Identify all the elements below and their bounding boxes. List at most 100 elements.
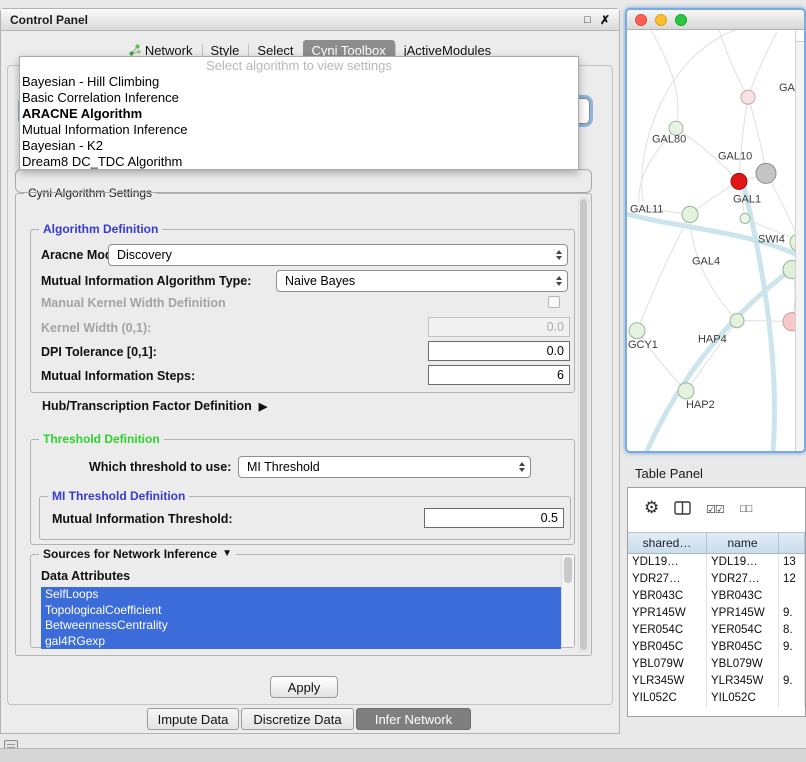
mi-steps-field[interactable]: 6	[428, 365, 570, 385]
dpi-tolerance-value: 0.0	[547, 344, 564, 358]
network-edge[interactable]	[766, 173, 795, 240]
desktop: Control Panel □ ✗ NetworkStyleSelectCyni…	[0, 0, 806, 762]
apply-button[interactable]: Apply	[270, 676, 338, 698]
network-node[interactable]	[629, 323, 645, 339]
table-cell: YLR345W	[707, 673, 779, 690]
network-node[interactable]	[682, 206, 698, 222]
table-row[interactable]: YBR045CYBR045C9.	[628, 639, 805, 656]
which-threshold-select[interactable]: MI Threshold	[238, 456, 531, 478]
network-canvas[interactable]: GALGAL80GAL10GAL11GAL1SWI4GAL4GCY1HAP4YH…	[627, 30, 795, 451]
network-edge[interactable]	[748, 32, 777, 97]
algorithm-popup-list: Bayesian - Hill ClimbingBasic Correlatio…	[20, 74, 578, 170]
select-all-icon[interactable]: ☑☑	[706, 503, 724, 516]
algorithm-option-bayesian-hill-climbing[interactable]: Bayesian - Hill Climbing	[20, 74, 578, 90]
network-node[interactable]	[678, 383, 694, 399]
dpi-tolerance-label: DPI Tolerance [0,1]:	[41, 341, 157, 363]
table-cell: YDR27…	[707, 571, 779, 588]
algorithm-option-bayesian-k2[interactable]: Bayesian - K2	[20, 138, 578, 154]
table-cell: 13	[779, 554, 805, 571]
network-edge[interactable]	[642, 30, 735, 202]
float-window-icon[interactable]: □	[584, 14, 591, 26]
table-cell: YER054C	[707, 622, 779, 639]
node-label: SWI4	[758, 233, 785, 245]
network-node[interactable]	[783, 313, 795, 331]
data-attributes-list: SelfLoopsTopologicalCoefficientBetweenne…	[41, 587, 561, 649]
sources-expander[interactable]: Sources for Network Inference ▼	[39, 547, 236, 561]
network-window-titlebar	[627, 10, 804, 30]
network-edge[interactable]	[719, 30, 748, 97]
column-header-2[interactable]	[779, 533, 805, 553]
table-row[interactable]: YPR145WYPR145W9.	[628, 605, 805, 622]
table-cell	[779, 588, 805, 605]
sources-legend: Sources for Network Inference	[43, 547, 217, 561]
table-panel-toolbar: ⚙ ☑☑ □□	[628, 488, 805, 532]
bottom-tab-infer-network[interactable]: Infer Network	[356, 708, 471, 730]
algorithm-definition-group: Algorithm Definition Aracne Mode: Discov…	[30, 229, 575, 393]
threshold-definition-legend: Threshold Definition	[39, 432, 164, 446]
table-cell: YPR145W	[707, 605, 779, 622]
network-node[interactable]	[756, 163, 776, 183]
hub-definition-label: Hub/Transcription Factor Definition	[42, 399, 252, 413]
network-node[interactable]	[730, 314, 744, 328]
attributes-scrollbar[interactable]	[561, 555, 574, 647]
algorithm-dropdown-popup: Select algorithm to view settings Bayesi…	[19, 56, 579, 170]
close-window-icon[interactable]: ✗	[600, 13, 610, 27]
network-node[interactable]	[740, 213, 750, 223]
mi-algorithm-type-select[interactable]: Naive Bayes	[276, 270, 568, 292]
algorithm-option-aracne-algorithm[interactable]: ARACNE Algorithm	[20, 106, 578, 122]
settings-scrollbar[interactable]	[578, 197, 589, 652]
algorithm-option-basic-correlation-inference[interactable]: Basic Correlation Inference	[20, 90, 578, 106]
network-scrollbar[interactable]	[795, 30, 804, 451]
table-row[interactable]: YBL079WYBL079W	[628, 656, 805, 673]
collapsed-arrow-icon: ▶	[259, 400, 267, 413]
table-row[interactable]: YDL19…YDL19…13	[628, 554, 805, 571]
table-cell: YBL079W	[707, 656, 779, 673]
attribute-item-betweennesscentrality[interactable]: BetweennessCentrality	[41, 618, 561, 634]
kernel-width-value: 0.0	[547, 320, 564, 334]
deselect-all-icon[interactable]: □□	[740, 503, 751, 515]
table-row[interactable]: YER054CYER054C8.	[628, 622, 805, 639]
manual-kernel-width-checkbox[interactable]	[548, 296, 560, 308]
minimize-traffic-light-icon[interactable]	[655, 14, 667, 26]
table-row[interactable]: YIL052CYIL052C	[628, 690, 805, 707]
table-row[interactable]: YLR345WYLR345W9.	[628, 673, 805, 690]
algorithm-option-dream8-dc-tdc-algorithm[interactable]: Dream8 DC_TDC Algorithm	[20, 154, 578, 170]
table-row[interactable]: YDR27…YDR27…12	[628, 571, 805, 588]
network-edge[interactable]	[739, 97, 748, 181]
table-row[interactable]: YBR043CYBR043C	[628, 588, 805, 605]
collapsed-combobox-partial[interactable]	[15, 169, 592, 193]
attribute-item-topologicalcoefficient[interactable]: TopologicalCoefficient	[41, 603, 561, 619]
column-header-shared[interactable]: shared…	[628, 533, 707, 553]
settings-gear-icon[interactable]: ⚙	[644, 498, 659, 518]
network-edge[interactable]	[651, 30, 678, 128]
bottom-tab-impute-data[interactable]: Impute Data	[147, 708, 239, 730]
mi-threshold-field[interactable]: 0.5	[424, 508, 564, 528]
mi-threshold-legend: MI Threshold Definition	[48, 489, 189, 503]
node-label: HAP4	[698, 334, 727, 346]
table-cell: YBR045C	[707, 639, 779, 656]
mi-algorithm-type-value: Naive Bayes	[285, 274, 355, 288]
attribute-item-gal4rgexp[interactable]: gal4RGexp	[41, 634, 561, 650]
manual-kernel-width-label: Manual Kernel Width Definition	[41, 292, 226, 314]
bottom-tab-discretize-data[interactable]: Discretize Data	[241, 708, 354, 730]
column-header-name[interactable]: name	[707, 533, 779, 553]
column-chooser-icon[interactable]	[674, 500, 691, 516]
table-panel-title: Table Panel	[635, 466, 703, 481]
table-cell: 9.	[779, 673, 805, 690]
hub-definition-expander[interactable]: Hub/Transcription Factor Definition ▶	[42, 399, 267, 413]
network-svg: GALGAL80GAL10GAL11GAL1SWI4GAL4GCY1HAP4YH…	[627, 30, 795, 451]
table-cell: YLR345W	[628, 673, 707, 690]
close-traffic-light-icon[interactable]	[635, 14, 647, 26]
aracne-mode-select[interactable]: Discovery	[108, 244, 568, 266]
network-node[interactable]	[731, 173, 747, 189]
network-edge[interactable]	[690, 181, 739, 214]
algorithm-option-mutual-information-inference[interactable]: Mutual Information Inference	[20, 122, 578, 138]
network-edge[interactable]	[637, 214, 690, 330]
attribute-item-selfloops[interactable]: SelfLoops	[41, 587, 561, 603]
zoom-traffic-light-icon[interactable]	[675, 14, 687, 26]
dpi-tolerance-field[interactable]: 0.0	[428, 341, 570, 361]
bottom-tabs: Impute DataDiscretize DataInfer Network	[1, 708, 619, 730]
network-edge[interactable]	[686, 321, 737, 391]
mi-threshold-definition-group: MI Threshold Definition Mutual Informati…	[39, 496, 571, 540]
network-node[interactable]	[741, 90, 755, 104]
